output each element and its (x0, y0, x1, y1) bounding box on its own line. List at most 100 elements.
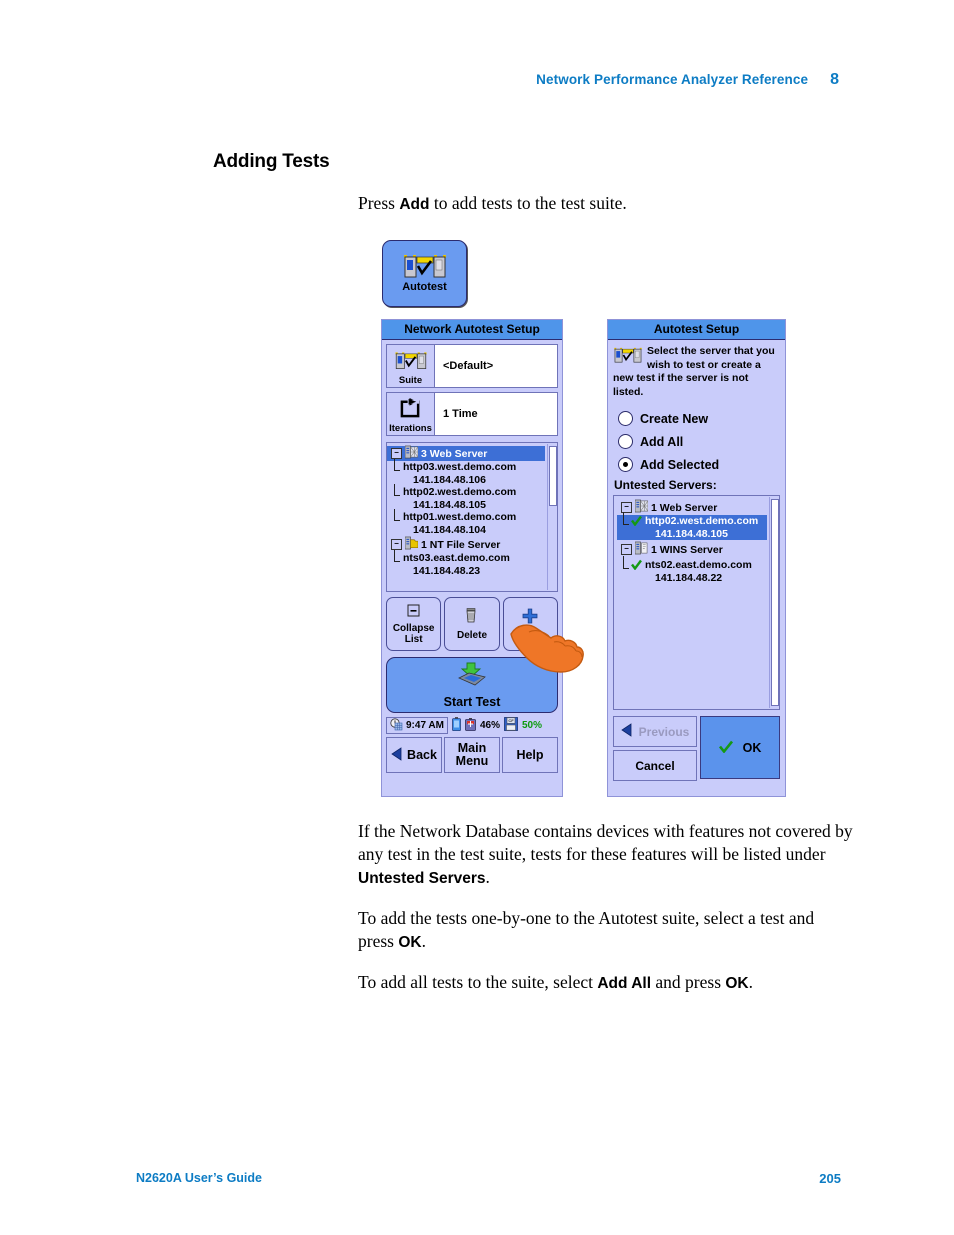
radio-create-new[interactable]: Create New (618, 407, 785, 430)
clock-status: 9:47 AM (386, 717, 448, 734)
start-test-icon (455, 662, 489, 693)
storage-icon: CF (504, 717, 518, 734)
suite-value: <Default> (443, 360, 494, 372)
cancel-label: Cancel (635, 758, 675, 773)
body-paragraphs: If the Network Database contains devices… (358, 820, 853, 1012)
intro-bold-add: Add (399, 196, 430, 213)
paragraph-3-bold-2: OK (725, 975, 749, 992)
right-panel-button-bar: Previous Cancel OK (613, 716, 780, 781)
radio-add-all[interactable]: Add All (618, 430, 785, 453)
untested-servers-tree[interactable]: − 1 Web Server http02.west.demo.com 141.… (613, 495, 780, 710)
status-bar: 9:47 AM 46% CF 50% (386, 717, 558, 734)
option-radio-group: Create New Add All Add Selected (608, 399, 785, 476)
untested-servers-label: Untested Servers: (614, 478, 717, 492)
tree-leaf[interactable]: http01.west.demo.com 141.184.48.104 (387, 509, 545, 536)
tree-group-label: 1 Web Server (651, 501, 718, 514)
radio-button-icon-selected[interactable] (618, 457, 633, 472)
collapse-icon (407, 604, 420, 622)
tree-leaf-host: nts03.east.demo.com (403, 552, 510, 564)
left-panel-title: Network Autotest Setup (382, 320, 562, 340)
collapse-expander-icon[interactable]: − (621, 544, 632, 555)
iterations-field-row[interactable]: Iterations 1 Time (386, 392, 558, 436)
battery-percent: 46% (479, 720, 500, 731)
paragraph-3-bold-1: Add All (597, 975, 652, 992)
tree-elbow-icon (394, 550, 400, 562)
previous-button[interactable]: Previous (613, 716, 697, 747)
web-server-icon (634, 499, 649, 516)
page-title: Adding Tests (213, 151, 330, 172)
tree-elbow-icon (394, 484, 400, 496)
tree-leaf[interactable]: http03.west.demo.com 141.184.48.106 (387, 459, 545, 486)
svg-text:CF: CF (508, 718, 514, 723)
instruction-text-block: Select the server that you wish to test … (608, 340, 785, 399)
cancel-button[interactable]: Cancel (613, 750, 697, 781)
running-header: Network Performance Analyzer Reference 8 (536, 71, 839, 89)
tree-elbow-icon (623, 556, 629, 569)
radio-add-selected[interactable]: Add Selected (618, 453, 785, 476)
tree-leaf-ip: 141.184.48.23 (413, 564, 481, 577)
tree-group-wins-server[interactable]: − 1 WINS Server (617, 541, 767, 557)
tree-leaf-host: nts02.east.demo.com (645, 559, 752, 571)
radio-add-selected-label: Add Selected (640, 457, 720, 472)
delete-label: Delete (456, 630, 487, 641)
paragraph-2-bold: OK (398, 934, 422, 951)
autotest-setup-panel: Autotest Setup Select the server that yo… (607, 319, 786, 797)
tree-leaf-ip: 141.184.48.105 (655, 527, 728, 540)
paragraph-2-text-a: To add the tests one-by-one to the Autot… (358, 908, 815, 951)
start-test-label: Start Test (443, 694, 501, 709)
tree-leaf-ip: 141.184.48.105 (413, 498, 486, 511)
autotest-icon (394, 350, 428, 376)
radio-create-new-label: Create New (640, 411, 709, 426)
paragraph-2: To add the tests one-by-one to the Autot… (358, 907, 853, 954)
main-menu-button[interactable]: Main Menu (444, 737, 500, 773)
iterations-button[interactable]: Iterations (387, 393, 435, 435)
tree-leaf-ip: 141.184.48.22 (655, 571, 723, 584)
autotest-icon (613, 346, 643, 369)
tree-scrollbar[interactable] (547, 444, 557, 590)
collapse-list-label: Collapse List (392, 622, 435, 645)
collapse-expander-icon[interactable]: − (391, 448, 402, 459)
suite-button-label: Suite (398, 375, 423, 386)
collapse-expander-icon[interactable]: − (391, 539, 402, 550)
tree-leaf-selected[interactable]: http02.west.demo.com 141.184.48.105 (617, 512, 767, 540)
ok-button[interactable]: OK (700, 716, 780, 779)
tree-leaf-ip: 141.184.48.106 (413, 473, 486, 486)
web-server-icon (404, 445, 419, 462)
tree-group-nt-file-server[interactable]: − 1 NT File Server (387, 536, 545, 552)
tree-leaf[interactable]: http02.west.demo.com 141.184.48.105 (387, 484, 545, 511)
suite-button[interactable]: Suite (387, 345, 435, 387)
help-button[interactable]: Help (502, 737, 558, 773)
tree-group-web-server[interactable]: − 1 Web Server (617, 499, 767, 516)
ok-label: OK (742, 740, 762, 755)
paragraph-1: If the Network Database contains devices… (358, 820, 853, 890)
back-label: Back (407, 747, 437, 762)
check-icon (718, 740, 733, 756)
iterations-value: 1 Time (443, 408, 478, 420)
hand-pointer-cursor (507, 612, 587, 674)
paragraph-2-text-c: . (421, 931, 426, 951)
tree-group-web-server[interactable]: − 3 Web Server (387, 445, 545, 462)
tree-leaf[interactable]: nts02.east.demo.com 141.184.48.22 (617, 556, 767, 584)
tree-group-label: 1 NT File Server (421, 538, 501, 551)
tree-leaf-host: http03.west.demo.com (403, 461, 517, 473)
tree-scrollbar-thumb[interactable] (771, 499, 779, 706)
autotest-launcher-button[interactable]: Autotest (382, 240, 467, 307)
bottom-button-bar: Back Main Menu Help (386, 737, 558, 773)
radio-button-icon[interactable] (618, 434, 633, 449)
collapse-list-button[interactable]: Collapse List (386, 597, 442, 651)
tree-leaf[interactable]: nts03.east.demo.com 141.184.48.23 (387, 550, 545, 577)
back-button[interactable]: Back (386, 737, 442, 773)
tree-scrollbar-thumb[interactable] (549, 446, 557, 506)
help-label: Help (516, 747, 544, 762)
test-suite-tree[interactable]: − 3 Web Server http03.west.demo.com 141.… (386, 442, 558, 592)
suite-field-row[interactable]: Suite <Default> (386, 344, 558, 388)
clock-time: 9:47 AM (406, 720, 444, 731)
radio-button-icon[interactable] (618, 411, 633, 426)
paragraph-1-text-c: . (485, 867, 490, 887)
tree-elbow-icon (394, 459, 400, 471)
tree-scrollbar[interactable] (769, 497, 779, 708)
right-panel-title: Autotest Setup (608, 320, 785, 340)
clock-icon (390, 717, 403, 734)
chapter-number: 8 (830, 71, 839, 88)
delete-button[interactable]: Delete (444, 597, 500, 651)
